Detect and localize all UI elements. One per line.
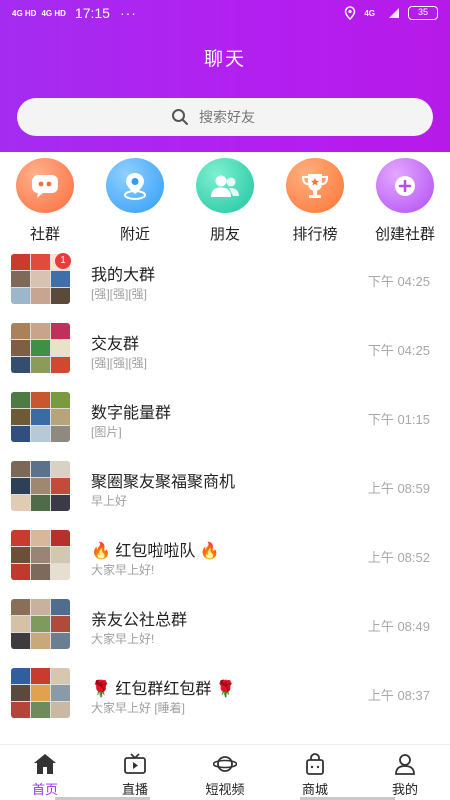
chat-time: 上午 08:49 [367,619,430,634]
feature-label: 附近 [119,226,150,243]
status-bar: 4G HD 4G HD 17:15 ··· 4G 35 [0,0,450,26]
chat-name: 数字能量群 [91,405,172,422]
chat-last-message: 大家早上好 [睡着] [91,701,186,715]
search-bar[interactable] [17,98,433,136]
network-indicator: 4G [364,8,375,18]
tab-label: 首页 [31,782,58,797]
chat-time: 上午 08:52 [367,550,430,565]
tab-short-video[interactable]: 短视频 [180,745,270,800]
feature-label: 社群 [29,226,60,243]
chat-name: 🔥 红包啦啦队 🔥 [91,543,220,560]
chat-bubble-icon [16,158,74,213]
friends-icon [196,158,254,213]
page-title: 聊天 [203,49,246,70]
chat-last-message: [图片] [91,425,122,439]
trophy-icon [286,158,344,213]
feature-friends[interactable]: 朋友 [180,158,270,244]
chat-last-message: 大家早上好! [91,563,155,577]
tab-label: 商城 [301,782,328,797]
feature-nearby[interactable]: 附近 [90,158,180,244]
chat-item[interactable]: 🌹 红包群红包群 🌹 大家早上好 [睡着] 上午 08:37 [0,658,450,727]
chat-name: 聚圈聚友聚福聚商机 [91,474,236,491]
group-avatar [11,323,70,373]
tab-home[interactable]: 首页 [0,745,90,800]
unread-badge: 1 [55,253,71,269]
signal-indicator-2: 4G HD [41,8,66,18]
chat-name: 我的大群 [91,267,156,284]
shopping-bag-icon [306,753,324,775]
chat-item[interactable]: 交友群 [强][强][强] 下午 04:25 [0,313,450,382]
group-avatar [11,530,70,580]
chat-item[interactable]: 亲友公社总群 大家早上好! 上午 08:49 [0,589,450,658]
signal-indicator-1: 4G HD [12,8,37,18]
group-avatar [11,599,70,649]
search-icon [172,109,188,125]
search-input[interactable] [199,109,279,125]
chat-last-message: [强][强][强] [91,356,148,370]
user-icon [395,754,415,775]
chat-time: 下午 04:25 [367,274,430,289]
chat-item[interactable]: 数字能量群 [图片] 下午 01:15 [0,382,450,451]
chat-last-message: [强][强][强] [91,287,148,301]
status-time: 17:15 [74,5,110,21]
battery-indicator: 35 [408,6,438,20]
home-icon [34,754,56,774]
location-pin-icon [106,158,164,213]
feature-label: 朋友 [209,226,240,243]
tv-icon [124,753,146,774]
chat-time: 下午 04:25 [367,343,430,358]
chat-time: 上午 08:37 [367,688,430,703]
location-status-icon [345,6,356,20]
chat-item[interactable]: 1 我的大群 [强][强][强] 下午 04:25 [0,244,450,313]
chat-time: 上午 08:59 [367,481,430,496]
chat-name: 交友群 [91,336,140,353]
tab-mall[interactable]: 商城 [270,745,360,800]
tab-label: 直播 [121,782,148,797]
chat-item[interactable]: 🔥 红包啦啦队 🔥 大家早上好! 上午 08:52 [0,520,450,589]
tab-live[interactable]: 直播 [90,745,180,800]
feature-label: 排行榜 [292,226,338,243]
feature-shortcuts: 社群 附近 朋友 排行榜 创建社群 [0,158,450,244]
more-notifications-icon: ··· [119,5,137,21]
feature-create-community[interactable]: 创建社群 [360,158,450,244]
header: 4G HD 4G HD 17:15 ··· 4G 35 聊天 [0,0,450,152]
chat-list: 1 我的大群 [强][强][强] 下午 04:25 交友群 [强][强][强] … [0,244,450,727]
add-circle-icon [376,158,434,213]
group-avatar [11,392,70,442]
chat-name: 🌹 红包群红包群 🌹 [91,681,236,698]
bottom-tab-bar: 首页 直播 短视频 商城 我的 [0,744,450,800]
chat-last-message: 早上好 [91,494,128,508]
wifi-status-icon [389,8,399,18]
chat-item[interactable]: 聚圈聚友聚福聚商机 早上好 上午 08:59 [0,451,450,520]
tab-mine[interactable]: 我的 [360,745,450,800]
chat-last-message: 大家早上好! [91,632,155,646]
tab-label: 短视频 [205,782,245,797]
feature-label: 创建社群 [374,226,435,243]
group-avatar [11,668,70,718]
tab-label: 我的 [391,782,418,797]
chat-name: 亲友公社总群 [91,612,188,629]
feature-leaderboard[interactable]: 排行榜 [270,158,360,244]
chat-time: 下午 01:15 [367,412,430,427]
feature-community[interactable]: 社群 [0,158,90,244]
group-avatar [11,461,70,511]
planet-icon [213,756,237,772]
